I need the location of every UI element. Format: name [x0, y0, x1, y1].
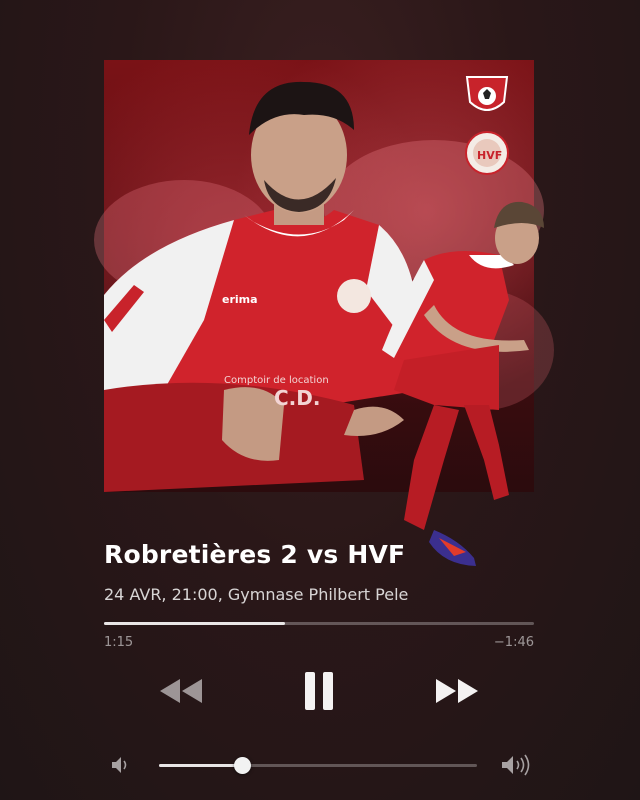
remaining-time: −1:46 — [493, 635, 534, 650]
volume-high-icon — [502, 754, 530, 776]
sponsor-line1: Comptoir de location — [224, 375, 329, 386]
jersey-brand-text: erima — [222, 293, 258, 306]
playback-progress-bar[interactable] — [104, 622, 534, 625]
volume-low-button[interactable] — [110, 755, 132, 779]
jersey-crest-icon — [337, 279, 371, 313]
volume-slider[interactable] — [159, 757, 477, 774]
fast-forward-button[interactable] — [434, 677, 480, 709]
rewind-button[interactable] — [158, 677, 204, 709]
track-title: Robretières 2 vs HVF — [104, 540, 406, 569]
pause-icon — [305, 672, 333, 710]
volume-high-button[interactable] — [500, 753, 534, 781]
rewind-icon — [160, 679, 202, 703]
album-artwork: erima Comptoir de location C.D. HVF — [94, 60, 554, 566]
elapsed-time: 1:15 — [104, 635, 134, 650]
volume-slider-fill — [159, 764, 242, 767]
pause-button[interactable] — [303, 670, 335, 716]
playback-progress-fill — [104, 622, 285, 625]
volume-slider-knob[interactable] — [233, 757, 251, 774]
club-badge-robretieres-icon — [464, 72, 510, 118]
sponsor-line2: C.D. — [274, 386, 320, 410]
badge-hvf-text: HVF — [477, 149, 502, 162]
track-subtitle: 24 AVR, 21:00, Gymnase Philbert Pele — [104, 585, 409, 604]
fast-forward-icon — [436, 679, 478, 703]
club-badge-hvf-icon: HVF — [464, 130, 510, 176]
volume-low-icon — [112, 757, 127, 773]
